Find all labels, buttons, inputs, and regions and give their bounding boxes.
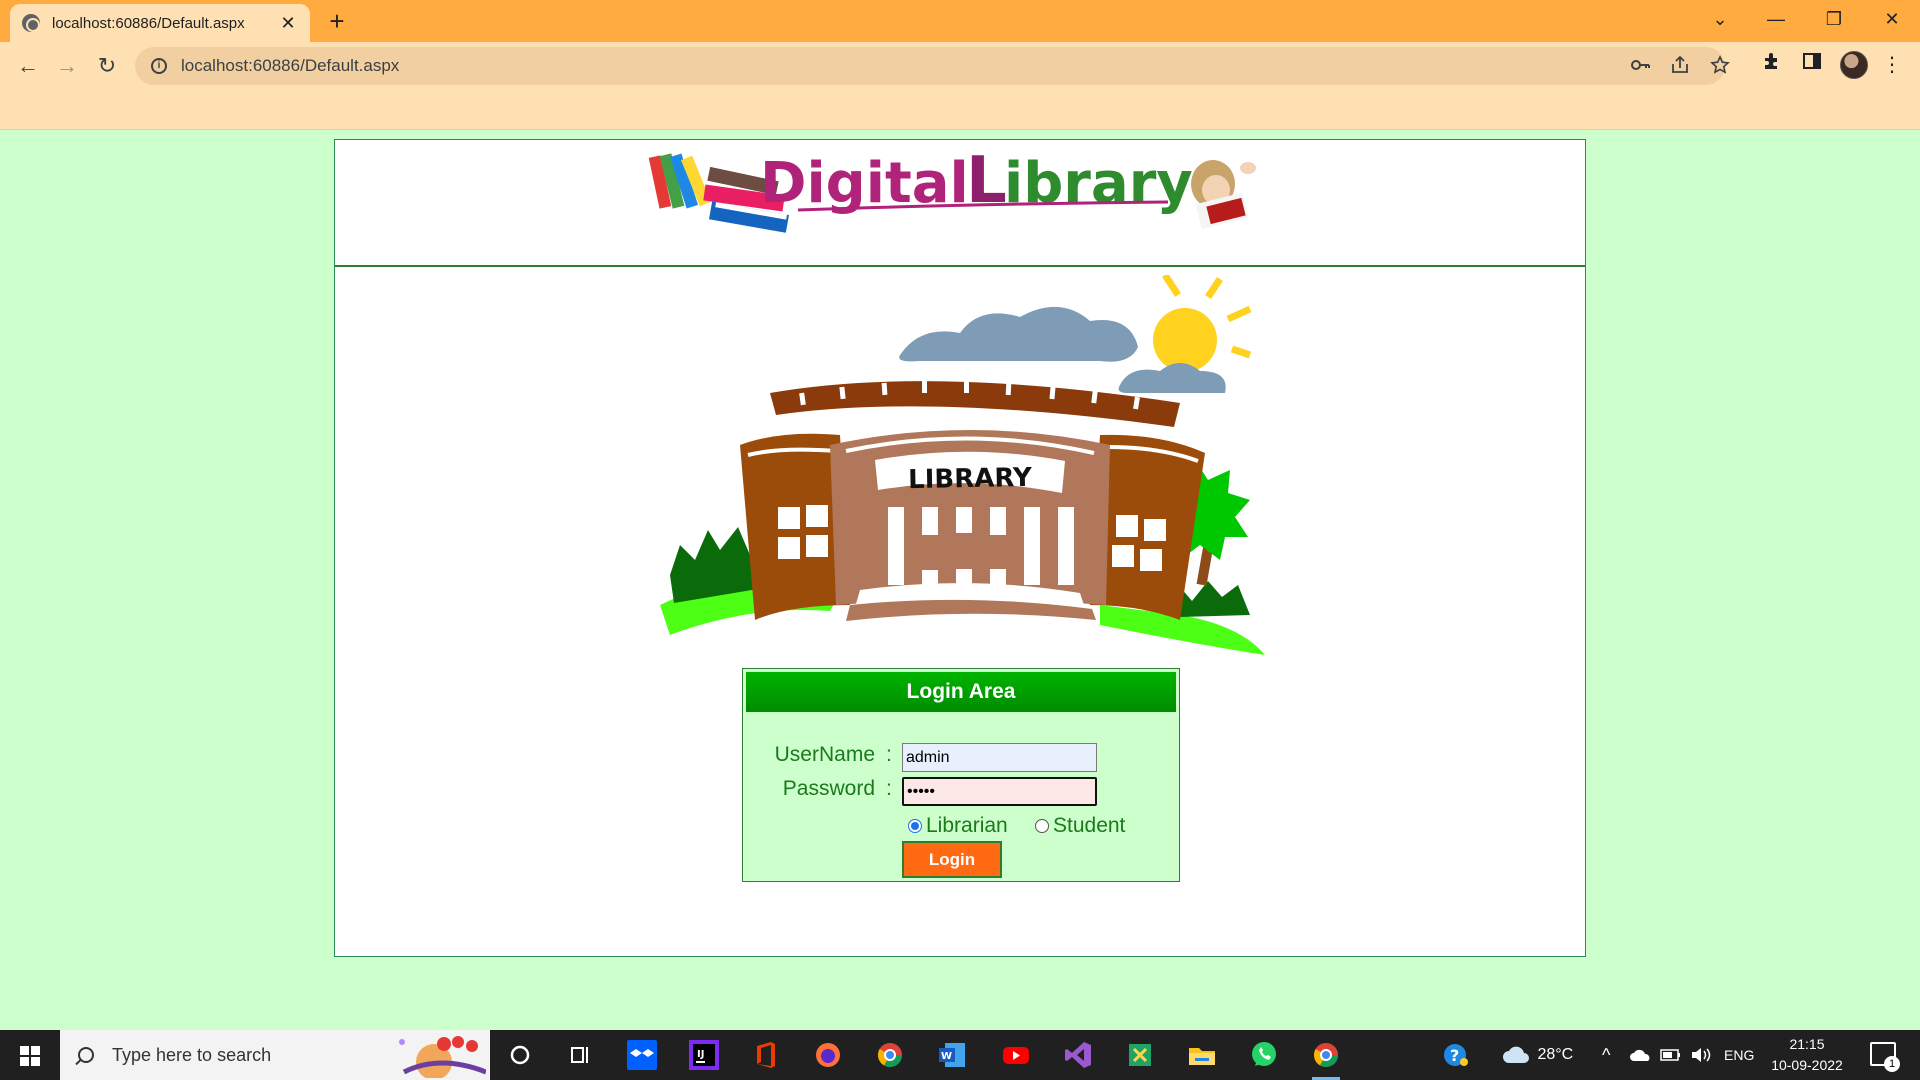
clock-time: 21:15 <box>1789 1036 1825 1052</box>
browser-tab[interactable]: localhost:60886/Default.aspx ✕ <box>10 4 310 42</box>
browser-toolbar: ← → ↻ i localhost:60886/Default.aspx ⋮ <box>0 42 1920 130</box>
username-input[interactable] <box>902 743 1097 772</box>
file-explorer-icon[interactable] <box>1184 1038 1220 1072</box>
restore-button[interactable]: ❐ <box>1814 6 1854 32</box>
tab-strip: localhost:60886/Default.aspx ✕ + ⌄ — ❐ ✕ <box>0 0 1920 42</box>
cloud-icon <box>1503 1046 1529 1063</box>
notification-count-badge: 1 <box>1884 1056 1900 1072</box>
password-label: Password <box>782 777 875 800</box>
url-text[interactable]: localhost:60886/Default.aspx <box>181 56 399 76</box>
back-button[interactable]: ← <box>12 50 44 82</box>
excel-icon[interactable] <box>1122 1038 1158 1072</box>
windows-taskbar: Type here to search IJ W ? 28°C ^ ENG 21… <box>0 1030 1920 1080</box>
new-tab-button[interactable]: + <box>322 6 352 36</box>
chrome-active-icon[interactable] <box>1308 1038 1344 1080</box>
login-heading: Login Area <box>746 672 1176 712</box>
bookmark-star-icon[interactable] <box>1707 55 1733 81</box>
profile-avatar[interactable] <box>1840 51 1868 79</box>
close-window-button[interactable]: ✕ <box>1872 6 1912 32</box>
search-highlight-art <box>399 1036 486 1078</box>
weather-widget[interactable]: 28°C <box>1503 1030 1573 1080</box>
start-button[interactable] <box>0 1030 60 1080</box>
taskbar-clock[interactable]: 21:15 10-09-2022 <box>1766 1034 1848 1076</box>
password-colon: : <box>886 777 892 800</box>
student-radio[interactable] <box>1035 819 1049 833</box>
forward-button[interactable]: → <box>51 50 83 82</box>
word-icon[interactable]: W <box>934 1038 970 1072</box>
globe-icon <box>22 14 40 32</box>
tab-close-icon[interactable]: ✕ <box>278 13 298 34</box>
intellij-icon[interactable]: IJ <box>686 1038 722 1072</box>
help-icon[interactable]: ? <box>1438 1038 1474 1072</box>
library-sign-text: LIBRARY <box>908 463 1033 495</box>
battery-icon[interactable] <box>1660 1030 1682 1080</box>
reading-girl-icon <box>1191 160 1256 230</box>
weather-temperature: 28°C <box>1537 1046 1574 1063</box>
side-panel-icon[interactable] <box>1797 50 1827 80</box>
username-label: UserName <box>774 743 875 766</box>
share-icon[interactable] <box>1667 55 1693 81</box>
tab-title: localhost:60886/Default.aspx <box>52 14 245 32</box>
svg-text:?: ? <box>1450 1046 1459 1065</box>
login-button[interactable]: Login <box>902 841 1002 878</box>
volume-icon[interactable] <box>1690 1030 1712 1080</box>
search-placeholder[interactable]: Type here to search <box>112 1045 271 1066</box>
tab-search-icon[interactable]: ⌄ <box>1700 6 1740 32</box>
site-header: Digital L ibrary <box>335 140 1585 267</box>
taskbar-search[interactable]: Type here to search <box>60 1030 490 1080</box>
task-view-icon[interactable] <box>562 1038 598 1072</box>
password-input[interactable] <box>902 777 1097 806</box>
username-colon: : <box>886 743 892 766</box>
windows-logo-icon <box>20 1046 40 1066</box>
dropbox-icon[interactable] <box>624 1038 660 1072</box>
role-option-librarian[interactable]: Librarian <box>908 814 1008 838</box>
chrome-menu-icon[interactable]: ⋮ <box>1877 50 1907 80</box>
key-icon[interactable] <box>1627 55 1653 81</box>
student-label: Student <box>1053 814 1126 837</box>
chrome-icon[interactable] <box>872 1038 908 1072</box>
banner-initial-l: L <box>966 144 1007 218</box>
youtube-icon[interactable] <box>998 1038 1034 1072</box>
minimize-button[interactable]: — <box>1756 6 1796 32</box>
role-option-student[interactable]: Student <box>1035 814 1125 838</box>
page-container: Digital L ibrary LIBRARY Login Area User… <box>334 139 1586 957</box>
whatsapp-icon[interactable] <box>1246 1038 1282 1072</box>
show-hidden-icons[interactable]: ^ <box>1602 1030 1610 1080</box>
clock-date: 10-09-2022 <box>1771 1057 1843 1073</box>
reload-button[interactable]: ↻ <box>91 50 123 82</box>
firefox-icon[interactable] <box>810 1038 846 1072</box>
librarian-radio[interactable] <box>908 819 922 833</box>
svg-text:W: W <box>941 1051 952 1062</box>
librarian-label: Librarian <box>926 814 1008 837</box>
office-icon[interactable] <box>748 1038 784 1072</box>
extensions-icon[interactable] <box>1757 50 1787 80</box>
language-indicator[interactable]: ENG <box>1724 1030 1754 1080</box>
cortana-icon[interactable] <box>502 1038 538 1072</box>
digital-library-banner: Digital L ibrary <box>648 144 1256 233</box>
address-bar[interactable]: i localhost:60886/Default.aspx <box>135 47 1730 85</box>
login-panel: Login Area UserName : Password : Librari… <box>742 668 1180 882</box>
search-icon <box>78 1047 94 1063</box>
banner-word-ibrary: ibrary <box>1004 151 1193 216</box>
library-building-illustration: LIBRARY <box>660 275 1265 655</box>
sun-icon <box>1153 275 1252 372</box>
site-info-icon[interactable]: i <box>151 58 167 74</box>
visual-studio-icon[interactable] <box>1060 1038 1096 1072</box>
svg-text:IJ: IJ <box>697 1049 704 1060</box>
onedrive-icon[interactable] <box>1630 1030 1652 1080</box>
